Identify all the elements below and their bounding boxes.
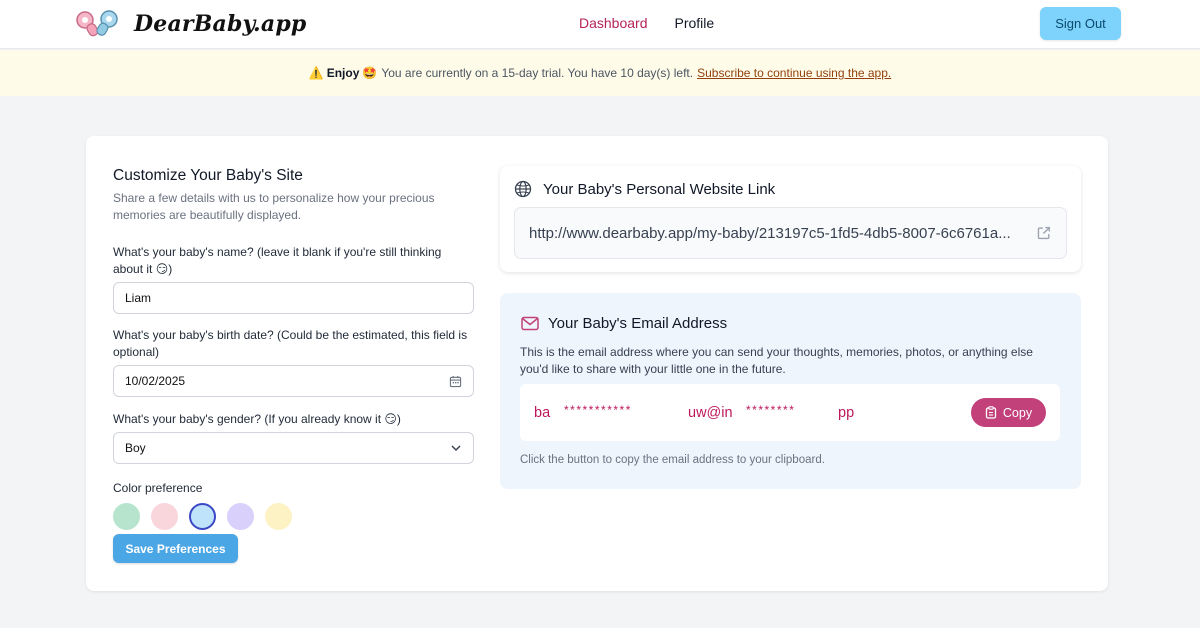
website-url[interactable]: http://www.dearbaby.app/my-baby/213197c5…	[529, 225, 1036, 242]
main-card: Customize Your Baby's Site Share a few d…	[86, 136, 1108, 591]
logo[interactable]: DearBaby.app	[72, 8, 307, 40]
email-mask-2: ********	[746, 403, 795, 417]
copy-button[interactable]: Copy	[971, 398, 1046, 427]
globe-icon	[514, 180, 532, 198]
nav-links: Dashboard Profile	[579, 15, 714, 31]
birth-date-label: What's your baby's birth date? (Could be…	[113, 327, 474, 361]
email-address-field: ba *********** uw@in ******** pp Copy	[520, 384, 1060, 441]
envelope-icon	[521, 316, 539, 331]
save-preferences-button[interactable]: Save Preferences	[113, 534, 238, 563]
copy-label: Copy	[1003, 406, 1032, 420]
email-part-1: ba	[534, 405, 550, 421]
warning-icon: ⚠️	[309, 66, 324, 80]
baby-name-value: Liam	[125, 291, 151, 305]
name-label: What's your baby's name? (leave it blank…	[113, 244, 474, 278]
star-eyes-emoji-icon: 🤩	[362, 66, 377, 80]
color-swatch[interactable]	[227, 503, 254, 530]
pacifier-logo-icon	[72, 8, 124, 40]
website-link-panel: Your Baby's Personal Website Link http:/…	[500, 166, 1081, 272]
color-swatch[interactable]	[265, 503, 292, 530]
email-title: Your Baby's Email Address	[548, 315, 727, 332]
customize-form: Customize Your Baby's Site Share a few d…	[113, 167, 474, 530]
color-swatch[interactable]	[189, 503, 216, 530]
sign-out-button[interactable]: Sign Out	[1040, 7, 1121, 40]
external-link-icon[interactable]	[1036, 225, 1052, 241]
gender-select[interactable]: Boy	[113, 432, 474, 464]
email-panel: Your Baby's Email Address This is the em…	[500, 293, 1081, 489]
color-swatch[interactable]	[113, 503, 140, 530]
website-url-field[interactable]: http://www.dearbaby.app/my-baby/213197c5…	[514, 207, 1067, 259]
color-swatch[interactable]	[151, 503, 178, 530]
customize-title: Customize Your Baby's Site	[113, 167, 474, 185]
banner-message: You are currently on a 15-day trial. You…	[381, 66, 693, 80]
navbar: DearBaby.app Dashboard Profile Sign Out	[0, 0, 1200, 48]
nav-profile-link[interactable]: Profile	[675, 15, 715, 31]
color-preference-label: Color preference	[113, 480, 474, 497]
color-swatches	[113, 503, 474, 530]
logo-text: DearBaby.app	[134, 11, 307, 37]
customize-subtitle: Share a few details with us to personali…	[113, 190, 474, 224]
gender-label: What's your baby's gender? (If you alrea…	[113, 411, 474, 428]
email-title-row: Your Baby's Email Address	[521, 315, 727, 332]
subscribe-link[interactable]: Subscribe to continue using the app.	[697, 66, 891, 80]
calendar-icon[interactable]	[449, 375, 462, 388]
gender-value: Boy	[125, 441, 146, 455]
email-part-2: uw@in	[688, 405, 733, 421]
trial-banner: ⚠️ Enjoy 🤩 You are currently on a 15-day…	[0, 50, 1200, 96]
baby-name-input[interactable]: Liam	[113, 282, 474, 314]
banner-bold-label: Enjoy	[327, 66, 360, 80]
birth-date-input[interactable]: 10/02/2025	[113, 365, 474, 397]
website-link-title: Your Baby's Personal Website Link	[543, 181, 775, 198]
website-link-title-row: Your Baby's Personal Website Link	[514, 180, 775, 198]
email-part-3: pp	[838, 405, 854, 421]
email-description: This is the email address where you can …	[520, 344, 1060, 378]
birth-date-value: 10/02/2025	[125, 374, 185, 388]
clipboard-icon	[985, 406, 997, 419]
email-hint: Click the button to copy the email addre…	[520, 454, 825, 466]
email-mask-1: ***********	[564, 403, 632, 417]
chevron-down-icon	[450, 442, 462, 454]
nav-dashboard-link[interactable]: Dashboard	[579, 15, 648, 31]
